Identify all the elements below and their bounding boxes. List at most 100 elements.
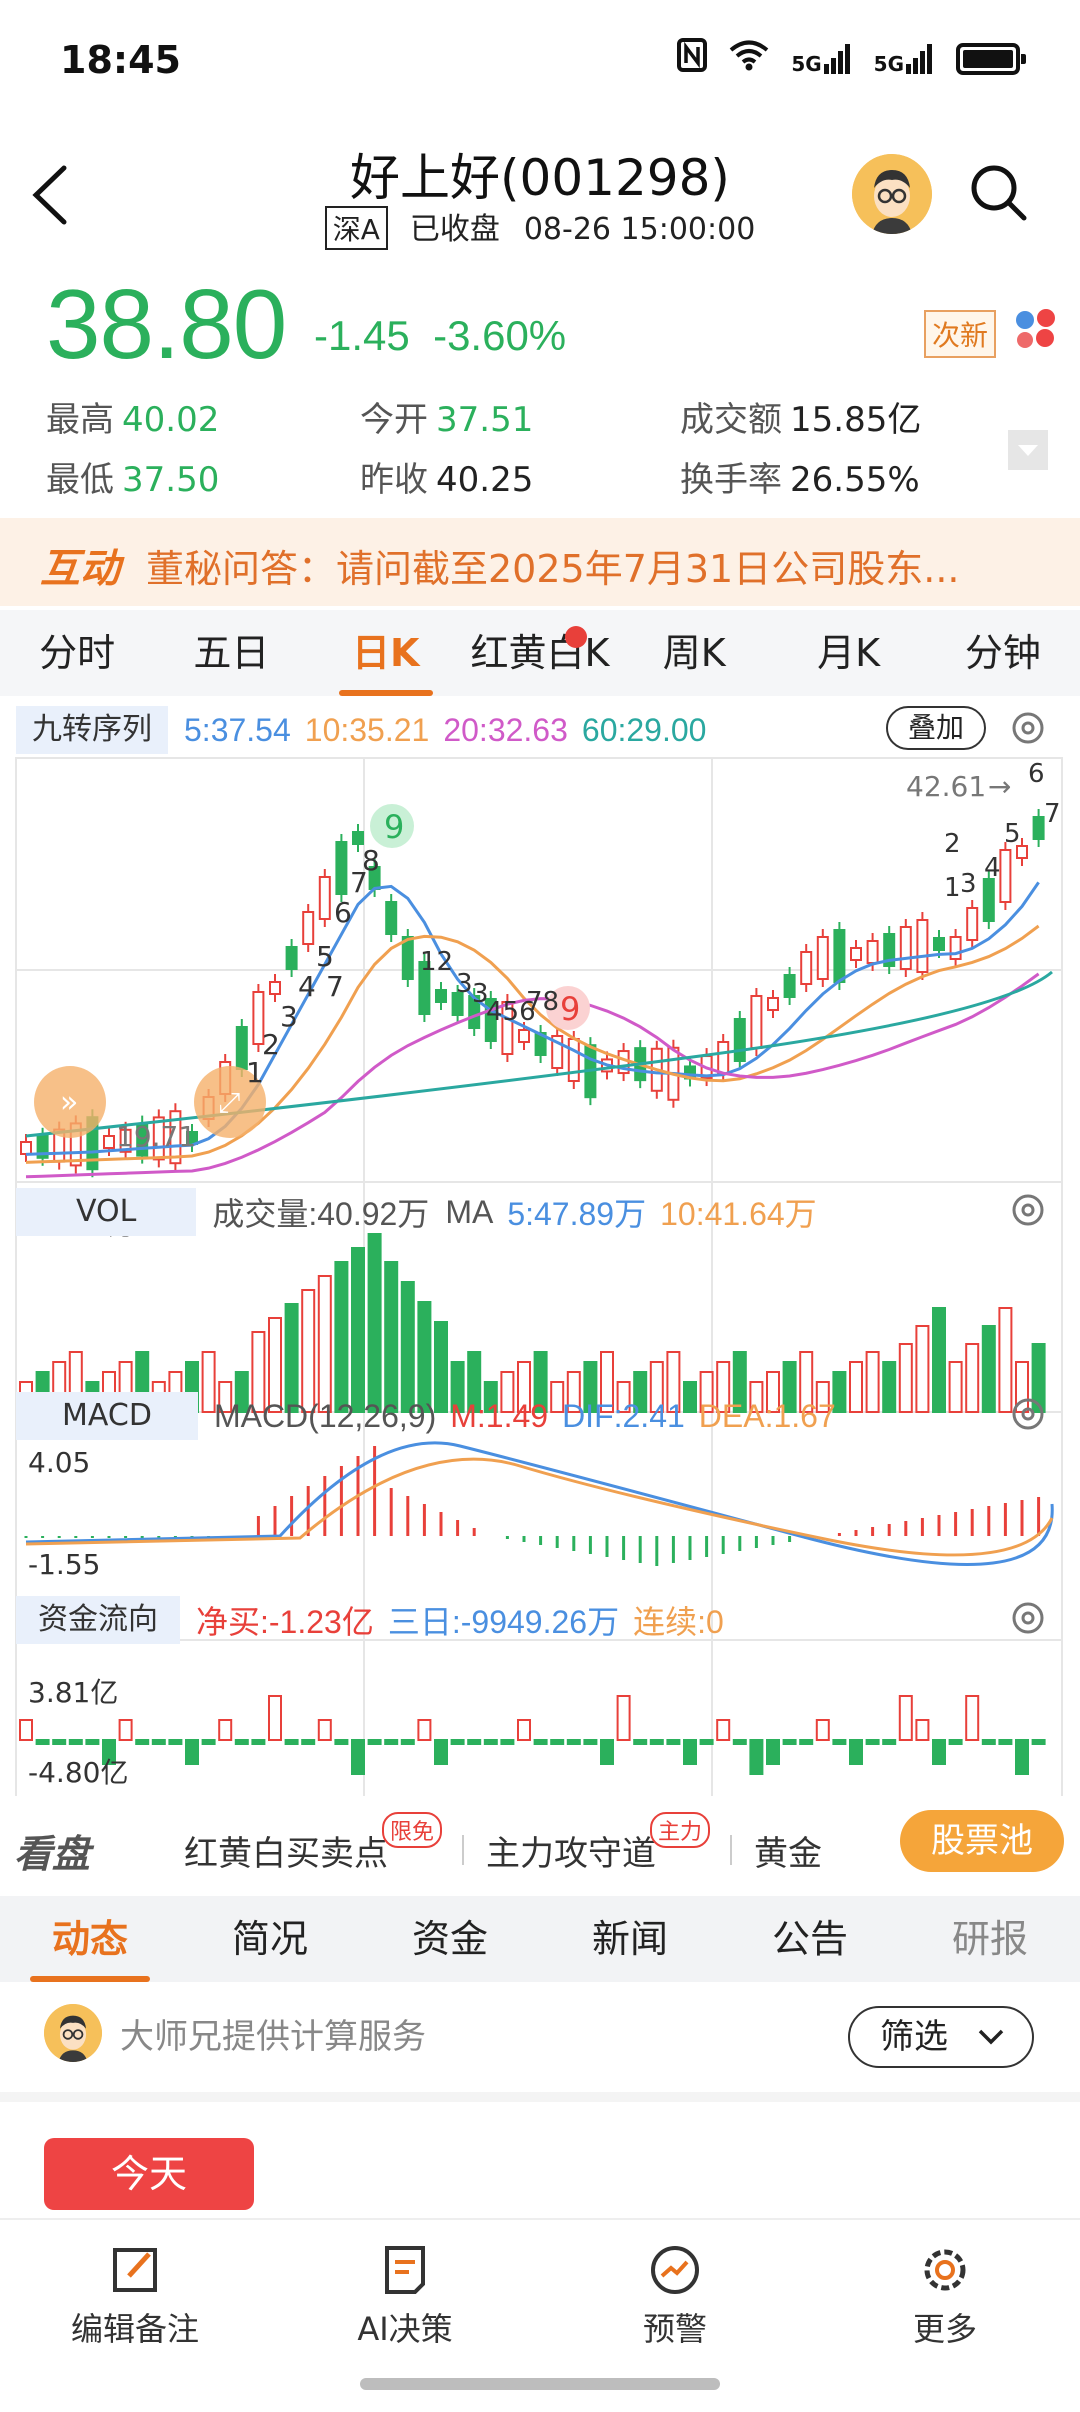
tab-weekly-k[interactable]: 周K	[617, 610, 771, 696]
tab-announcements[interactable]: 公告	[720, 1896, 900, 1982]
flow-bar	[799, 1739, 814, 1745]
triangle-down-icon	[1018, 445, 1038, 456]
tab-daily-k[interactable]: 日K	[309, 610, 463, 696]
flow-bar	[981, 1739, 996, 1745]
flow-bar	[334, 1739, 349, 1745]
candle	[269, 981, 281, 995]
volume-value: 成交量:40.92万	[212, 1196, 430, 1232]
flow-bar	[550, 1739, 565, 1745]
flow-three-day-value: 三日:-9949.26万	[387, 1604, 620, 1640]
section-tabs: 动态 简况 资金 新闻 公告 研报	[0, 1896, 1080, 1982]
tab-capital[interactable]: 资金	[360, 1896, 540, 1982]
filter-button[interactable]: 筛选	[848, 2006, 1034, 2068]
tab-intraday[interactable]: 分时	[0, 610, 154, 696]
macd-params: MACD(12,26,9)	[213, 1397, 437, 1434]
settings-gear-icon[interactable]	[1006, 1596, 1050, 1640]
flow-bar	[234, 1739, 249, 1745]
more-dots-icon[interactable]	[1012, 306, 1064, 350]
battery-icon	[956, 43, 1026, 75]
divider	[0, 2092, 1080, 2102]
more-button[interactable]: 更多	[845, 2220, 1045, 2412]
overlay-button[interactable]: 叠加	[886, 706, 986, 750]
expand-stats-button[interactable]	[1008, 430, 1048, 470]
ticker-item-rgw[interactable]: 红黄白买卖点 限免	[184, 1811, 443, 1875]
flow-bar	[118, 1719, 133, 1741]
settings-gear-icon[interactable]	[1006, 1188, 1050, 1232]
vol-label[interactable]: VOL	[16, 1188, 197, 1236]
settings-gear-icon[interactable]	[1006, 706, 1050, 750]
stat-turnover: 换手率 26.55%	[680, 460, 920, 500]
search-icon	[971, 165, 1027, 221]
candle	[335, 841, 348, 895]
tab-research[interactable]: 研报	[900, 1896, 1080, 1982]
free-badge: 限免	[382, 1811, 443, 1848]
flow-bar	[19, 1719, 33, 1741]
tab-news-feed[interactable]: 动态	[0, 1896, 180, 1982]
vol-indicator-row: VOL 成交量:40.92万 MA 5:47.89万 10:41.64万	[16, 1188, 1062, 1236]
flow-bar	[533, 1739, 548, 1745]
stock-pool-button[interactable]: 股票池	[900, 1810, 1064, 1872]
edit-note-icon	[113, 2248, 157, 2292]
candle	[999, 849, 1012, 903]
avatar[interactable]	[852, 154, 932, 234]
nine-turn-seq: 3	[960, 869, 977, 899]
double-chevron-icon: »	[60, 1085, 78, 1120]
search-button[interactable]	[966, 160, 1032, 226]
chart-tabs: 分时 五日 日K 红黄白K 周K 月K 分钟	[0, 610, 1080, 696]
edit-note-button[interactable]: 编辑备注	[35, 2220, 235, 2412]
today-button[interactable]: 今天	[44, 2138, 254, 2210]
flow-bar	[251, 1739, 266, 1745]
market-tag: 深A	[324, 206, 388, 250]
candle	[318, 876, 331, 920]
banner-brand: 互动	[40, 546, 120, 592]
vol-ma-label: MA	[445, 1193, 494, 1230]
nine-turn-seq: 1	[944, 873, 961, 903]
flow-bar	[367, 1739, 382, 1745]
nine-turn-label[interactable]: 九转序列	[16, 706, 168, 754]
nine-turn-seq: 4	[298, 970, 316, 1003]
candle	[567, 1038, 580, 1082]
flow-bar	[965, 1695, 980, 1741]
ma60-value: 60:29.00	[581, 711, 707, 748]
flow-bar	[185, 1739, 199, 1765]
trade-state: 已收盘	[409, 212, 500, 247]
flow-bar	[882, 1739, 897, 1745]
ticker-item-gold[interactable]: 黄金	[754, 1826, 822, 1875]
home-indicator	[360, 2378, 720, 2390]
tab-five-day[interactable]: 五日	[154, 610, 308, 696]
candle	[850, 947, 862, 961]
flow-bar	[151, 1739, 166, 1745]
flow-bar	[998, 1739, 1013, 1745]
tab-minute[interactable]: 分钟	[926, 610, 1080, 696]
flow-bar	[268, 1695, 282, 1741]
candle	[103, 1135, 115, 1149]
macd-m-value: M:1.49	[450, 1397, 549, 1434]
tab-rgw-k[interactable]: 红黄白K	[463, 610, 617, 696]
nine-turn-seq: 7	[326, 970, 344, 1003]
signal-icon: 5G	[791, 44, 851, 74]
gear-icon	[924, 2249, 966, 2291]
news-banner[interactable]: 互动 董秘问答：请问截至2025年7月31日公司股东...	[0, 518, 1080, 606]
macd-label[interactable]: MACD	[16, 1392, 198, 1440]
candle	[899, 926, 912, 970]
flow-bar	[317, 1719, 332, 1741]
banner-text: 董秘问答：请问截至2025年7月31日公司股东...	[146, 547, 960, 591]
flow-bar	[782, 1739, 797, 1745]
ticker-brand: 看盘	[14, 1831, 91, 1876]
volume-bar	[351, 1247, 365, 1413]
tab-news[interactable]: 新闻	[540, 1896, 720, 1982]
nine-turn-seq: 3	[456, 969, 473, 999]
ticker-item-main-force[interactable]: 主力攻守道 主力	[486, 1811, 711, 1875]
tab-profile[interactable]: 简况	[180, 1896, 360, 1982]
wifi-icon	[729, 39, 769, 79]
main-force-badge: 主力	[650, 1811, 711, 1848]
settings-gear-icon[interactable]	[1006, 1392, 1050, 1436]
dea-line	[25, 1457, 1054, 1557]
flow-bar	[766, 1739, 780, 1765]
status-time: 18:45	[60, 38, 181, 82]
flow-label[interactable]: 资金流向	[16, 1596, 180, 1644]
tab-monthly-k[interactable]: 月K	[771, 610, 925, 696]
nine-turn-seq: 4	[984, 853, 1001, 883]
nine-turn-label: 9	[384, 808, 404, 846]
candle	[385, 901, 398, 935]
